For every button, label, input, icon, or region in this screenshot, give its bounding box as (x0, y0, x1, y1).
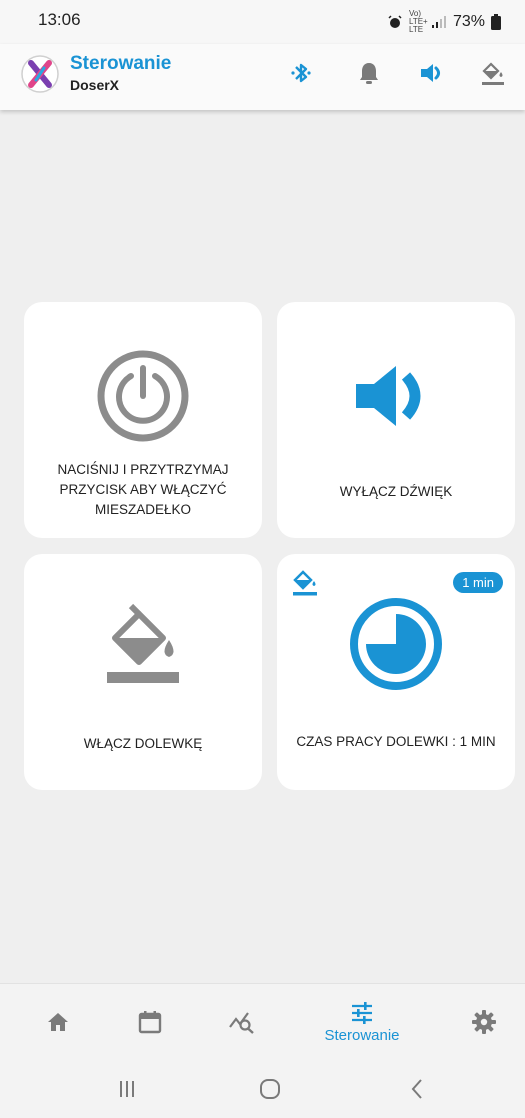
refill-time-label: CZAS PRACY DOLEWKI : 1 MIN (296, 734, 496, 749)
bluetooth-icon (291, 63, 311, 83)
stirrer-label-line1: NACIŚNIJ I PRZYTRZYMAJ (57, 462, 229, 477)
nav-control-label: Sterowanie (324, 1026, 400, 1044)
back-icon (411, 1079, 422, 1099)
status-icons: Vo) LTE+ LTE 73% (387, 10, 501, 34)
system-navigation (0, 1059, 525, 1118)
page-title: Sterowanie (70, 53, 172, 74)
refill-time-card[interactable]: 1 min CZAS PRACY DOLEWKI : 1 MIN (277, 554, 515, 790)
refill-card[interactable]: WŁĄCZ DOLEWKĘ (24, 554, 262, 790)
power-icon (97, 350, 189, 442)
gear-icon (472, 1010, 496, 1034)
back-button[interactable] (402, 1076, 432, 1102)
chart-search-icon (229, 1012, 254, 1034)
recents-icon (120, 1081, 134, 1097)
fill-bucket-icon (482, 62, 504, 85)
app-header: Sterowanie DoserX (0, 44, 525, 110)
nav-charts[interactable] (222, 984, 262, 1060)
timer-icon (350, 598, 442, 690)
sound-toggle-button[interactable] (416, 58, 446, 88)
refill-button[interactable] (478, 58, 508, 88)
volume-icon (421, 64, 440, 82)
home-circle-icon (260, 1079, 280, 1099)
bottom-navigation: Sterowanie (0, 983, 525, 1059)
calendar-icon (138, 1011, 162, 1034)
refill-time-badge: 1 min (453, 572, 503, 593)
home-icon (48, 1013, 68, 1031)
stirrer-label-line2: PRZYCISK ABY WŁĄCZYĆ (59, 482, 227, 497)
status-time: 13:06 (38, 10, 81, 29)
stirrer-power-card[interactable]: NACIŚNIJ I PRZYTRZYMAJ PRZYCISK ABY WŁĄC… (24, 302, 262, 538)
stirrer-label-line3: MIESZADEŁKO (94, 502, 192, 517)
sliders-icon (352, 1001, 372, 1024)
network-text: Vo) LTE+ LTE (408, 9, 428, 34)
nav-control[interactable]: Sterowanie (300, 984, 424, 1060)
battery-icon (491, 14, 501, 30)
nav-calendar[interactable] (130, 984, 170, 1060)
notifications-button[interactable] (354, 58, 384, 88)
mute-sound-label: WYŁĄCZ DŹWIĘK (339, 484, 453, 499)
fill-bucket-icon (293, 570, 317, 596)
app-logo (21, 55, 59, 93)
system-home-button[interactable] (255, 1076, 285, 1102)
recents-button[interactable] (112, 1076, 142, 1102)
bluetooth-button[interactable] (286, 58, 316, 88)
device-name: DoserX (70, 77, 120, 93)
battery-percent: 73% (452, 13, 485, 30)
fill-bucket-icon (107, 603, 179, 683)
signal-icon (431, 16, 446, 28)
status-bar: 13:06 Vo) LTE+ LTE 73% (0, 0, 525, 44)
stirrer-card-label: NACIŚNIJ I PRZYTRZYMAJ PRZYCISK ABY WŁĄC… (34, 460, 252, 520)
volume-icon (356, 366, 421, 426)
mute-sound-card[interactable]: WYŁĄCZ DŹWIĘK (277, 302, 515, 538)
refill-label: WŁĄCZ DOLEWKĘ (83, 736, 203, 751)
bell-icon (360, 63, 378, 84)
nav-home[interactable] (38, 984, 78, 1060)
alarm-icon (388, 15, 402, 28)
nav-settings[interactable] (464, 984, 504, 1060)
